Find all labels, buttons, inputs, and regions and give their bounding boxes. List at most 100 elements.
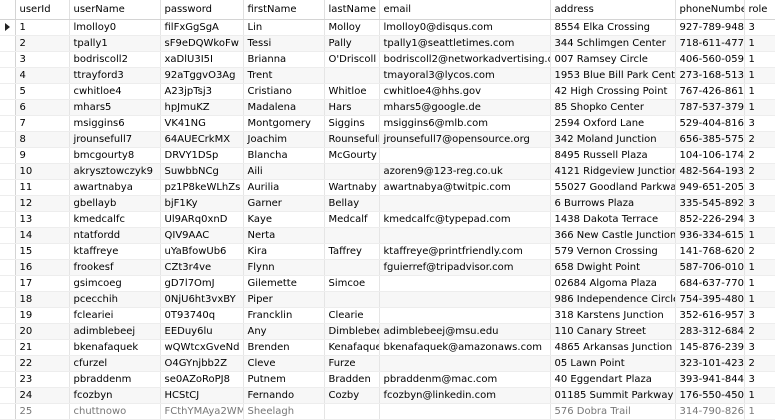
cell-phoneNumber[interactable]: 587-706-0104 <box>675 259 745 276</box>
cell-email[interactable] <box>379 307 551 324</box>
cell-role[interactable]: 1 <box>744 99 775 116</box>
cell-password[interactable]: A23jpTsj3 <box>160 83 244 100</box>
cell-lastName[interactable]: Pally <box>324 35 380 52</box>
cell-userName[interactable]: gsimcoeg <box>69 275 161 292</box>
cell-lastName[interactable]: Simcoe <box>324 275 380 292</box>
table-row[interactable]: 24 fcozbyn HCStCJ Fernando Cozby fcozbyn@link… <box>0 387 775 404</box>
cell-address[interactable]: 8495 Russell Plaza <box>550 147 676 164</box>
cell-address[interactable]: 986 Independence Circle <box>550 291 676 308</box>
cell-userName[interactable]: pbraddenm <box>69 371 161 388</box>
cell-password[interactable]: xaDlU3I5I <box>160 51 244 68</box>
cell-address[interactable]: 4865 Arkansas Junction <box>550 339 676 356</box>
cell-email[interactable]: pbraddenm@mac.com <box>379 371 551 388</box>
table-row[interactable]: 25 chuttnowo FCthYMAya2WM Sheelagh 576 Dobra… <box>0 403 775 420</box>
table-row[interactable]: 21 bkenafaquek wQWtcxGveNd Brenden Kenafaque… <box>0 339 775 356</box>
row-selector[interactable] <box>0 371 16 388</box>
cell-password[interactable]: sF9eDQWkoFw <box>160 35 244 52</box>
cell-phoneNumber[interactable]: 852-226-2949 <box>675 211 745 228</box>
cell-firstName[interactable]: Aurilia <box>243 179 325 196</box>
cell-firstName[interactable]: Kaye <box>243 211 325 228</box>
cell-lastName[interactable] <box>324 67 380 84</box>
cell-address[interactable]: 6 Burrows Plaza <box>550 195 676 212</box>
row-selector[interactable] <box>0 211 16 228</box>
cell-password[interactable]: hpJmuKZ <box>160 99 244 116</box>
cell-role[interactable]: 1 <box>744 35 775 52</box>
cell-userId[interactable]: 9 <box>15 147 70 164</box>
column-header-lastName[interactable]: lastName <box>324 0 380 20</box>
cell-email[interactable]: bkenafaquek@amazonaws.com <box>379 339 551 356</box>
cell-userName[interactable]: ttrayford3 <box>69 67 161 84</box>
row-selector[interactable] <box>0 179 16 196</box>
cell-password[interactable]: CZt3r4ve <box>160 259 244 276</box>
cell-email[interactable] <box>379 147 551 164</box>
cell-address[interactable]: 344 Schlimgen Center <box>550 35 676 52</box>
cell-phoneNumber[interactable]: 684-637-7701 <box>675 275 745 292</box>
cell-phoneNumber[interactable]: 104-106-1746 <box>675 147 745 164</box>
cell-userName[interactable]: pcecchih <box>69 291 161 308</box>
cell-address[interactable]: 007 Ramsey Circle <box>550 51 676 68</box>
cell-email[interactable]: azoren9@123-reg.co.uk <box>379 163 551 180</box>
cell-lastName[interactable] <box>324 259 380 276</box>
cell-email[interactable]: bodriscoll2@networkadvertising.org <box>379 51 551 68</box>
table-row[interactable]: 18 pcecchih 0NjU6ht3vxBY Piper 986 Independe… <box>0 291 775 308</box>
table-row[interactable]: 17 gsimcoeg gD7l7OmJ Gilemette Simcoe 02684 A… <box>0 275 775 292</box>
cell-email[interactable] <box>379 291 551 308</box>
cell-role[interactable]: 1 <box>744 275 775 292</box>
cell-phoneNumber[interactable]: 787-537-3798 <box>675 99 745 116</box>
cell-role[interactable]: 2 <box>744 243 775 260</box>
cell-phoneNumber[interactable]: 949-651-2058 <box>675 179 745 196</box>
row-selector[interactable] <box>0 323 16 340</box>
cell-firstName[interactable]: Francklin <box>243 307 325 324</box>
cell-password[interactable]: VK41NG <box>160 115 244 132</box>
cell-firstName[interactable]: Trent <box>243 67 325 84</box>
cell-password[interactable]: Ul9ARq0xnD <box>160 211 244 228</box>
cell-role[interactable]: 1 <box>744 51 775 68</box>
cell-role[interactable]: 3 <box>744 307 775 324</box>
cell-address[interactable]: 342 Moland Junction <box>550 131 676 148</box>
cell-userName[interactable]: adimblebeej <box>69 323 161 340</box>
cell-password[interactable]: QIV9AAC <box>160 227 244 244</box>
cell-userId[interactable]: 25 <box>15 403 70 420</box>
cell-lastName[interactable]: Clearie <box>324 307 380 324</box>
cell-userId[interactable]: 13 <box>15 211 70 228</box>
cell-email[interactable]: jrounsefull7@opensource.org <box>379 131 551 148</box>
cell-address[interactable]: 579 Vernon Crossing <box>550 243 676 260</box>
cell-userName[interactable]: ktaffreye <box>69 243 161 260</box>
table-row[interactable]: 11 awartnabya pz1P8keWLhZs Aurilia Wartnaby a… <box>0 179 775 196</box>
column-header-password[interactable]: password <box>160 0 244 20</box>
cell-address[interactable]: 1438 Dakota Terrace <box>550 211 676 228</box>
cell-userName[interactable]: tpally1 <box>69 35 161 52</box>
cell-lastName[interactable] <box>324 403 380 420</box>
cell-address[interactable]: 366 New Castle Junction <box>550 227 676 244</box>
cell-firstName[interactable]: Fernando <box>243 387 325 404</box>
row-selector[interactable] <box>0 83 16 100</box>
cell-lastName[interactable]: Wartnaby <box>324 179 380 196</box>
table-row[interactable]: 16 frookesf CZt3r4ve Flynn fguierref@tripadv… <box>0 259 775 276</box>
cell-address[interactable]: 85 Shopko Center <box>550 99 676 116</box>
cell-address[interactable]: 8554 Elka Crossing <box>550 19 676 36</box>
cell-lastName[interactable]: Medcalf <box>324 211 380 228</box>
cell-email[interactable] <box>379 195 551 212</box>
cell-lastName[interactable]: Cozby <box>324 387 380 404</box>
cell-userName[interactable]: jrounsefull7 <box>69 131 161 148</box>
cell-userId[interactable]: 16 <box>15 259 70 276</box>
cell-email[interactable] <box>379 275 551 292</box>
cell-phoneNumber[interactable]: 314-790-8260 <box>675 403 745 420</box>
cell-email[interactable] <box>379 403 551 420</box>
cell-firstName[interactable]: Montgomery <box>243 115 325 132</box>
table-row[interactable]: 4 ttrayford3 92aTggvO3Ag Trent tmayoral3@lyc… <box>0 67 775 84</box>
cell-firstName[interactable]: Brenden <box>243 339 325 356</box>
table-row[interactable]: 12 gbellayb bjF1Ky Garner Bellay 6 Burrows Pl… <box>0 195 775 212</box>
cell-lastName[interactable]: Molloy <box>324 19 380 36</box>
column-header-address[interactable]: address <box>550 0 676 20</box>
cell-email[interactable]: ktaffreye@printfriendly.com <box>379 243 551 260</box>
cell-phoneNumber[interactable]: 393-941-8446 <box>675 371 745 388</box>
cell-firstName[interactable]: Cristiano <box>243 83 325 100</box>
cell-email[interactable]: fcozbyn@linkedin.com <box>379 387 551 404</box>
cell-password[interactable]: filFxGgSgA <box>160 19 244 36</box>
cell-userName[interactable]: fcleariei <box>69 307 161 324</box>
cell-password[interactable]: se0AZoRoPJ8 <box>160 371 244 388</box>
cell-password[interactable]: SuwbbNCg <box>160 163 244 180</box>
column-header-role[interactable]: role <box>744 0 775 20</box>
cell-userName[interactable]: msiggins6 <box>69 115 161 132</box>
